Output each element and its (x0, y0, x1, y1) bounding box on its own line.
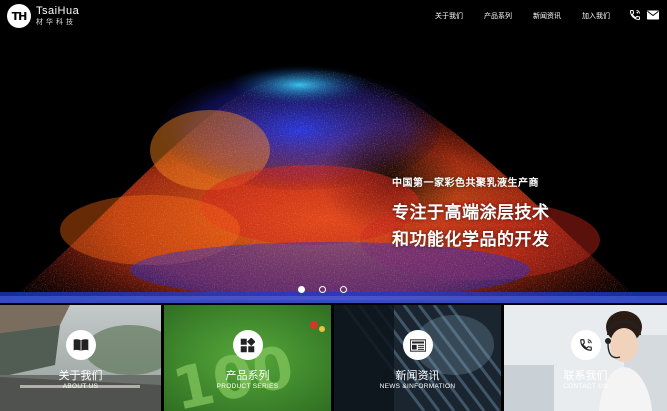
tile-news-subtitle: NEWS &INFORMATION (379, 383, 456, 390)
contact-phone-icon (570, 330, 601, 360)
newspaper-icon (402, 330, 433, 360)
hero-slogan: 中国第一家彩色共聚乳液生产商 专注于高端涂层技术 和功能化学品的开发 (392, 174, 550, 250)
logo-mark: TH (7, 4, 31, 28)
tile-contact[interactable]: 联系我们 CONTACT US (504, 305, 667, 411)
phone-icon[interactable] (629, 9, 641, 21)
hero-line-2: 专注于高端涂层技术 (392, 203, 550, 222)
carousel-dot-2[interactable] (319, 286, 326, 293)
tile-about-title: 关于我们 (58, 370, 103, 382)
grid-icon (232, 330, 263, 360)
tile-contact-subtitle: CONTACT US (563, 383, 608, 390)
nav-products[interactable]: 产品系列 (484, 11, 512, 21)
hero-banner: 中国第一家彩色共聚乳液生产商 专注于高端涂层技术 和功能化学品的开发 (0, 0, 667, 303)
feature-tiles: 关于我们 ABOUT US 100 产品系列 PRODUCT SERIES 新闻… (0, 305, 667, 411)
tile-news[interactable]: 新闻资讯 NEWS &INFORMATION (334, 305, 501, 411)
book-icon (65, 330, 96, 360)
tile-products-subtitle: PRODUCT SERIES (216, 383, 279, 390)
brand-name-cn: 材华科技 (36, 19, 76, 26)
tile-products[interactable]: 100 产品系列 PRODUCT SERIES (164, 305, 331, 411)
hero-line-3: 和功能化学品的开发 (392, 230, 550, 249)
hero-particle-wave (0, 65, 667, 303)
tile-about[interactable]: 关于我们 ABOUT US (0, 305, 161, 411)
carousel-dot-3[interactable] (340, 286, 347, 293)
mail-icon[interactable] (647, 10, 659, 20)
tile-about-subtitle: ABOUT US (62, 383, 99, 390)
site-header: TH TsaiHua 材华科技 关于我们 产品系列 新闻资讯 加入我们 (0, 0, 667, 32)
carousel-dots (298, 286, 361, 293)
nav-news[interactable]: 新闻资讯 (533, 11, 561, 21)
brand-name-en: TsaiHua (36, 5, 80, 17)
logo-text: TsaiHua 材华科技 (36, 5, 80, 27)
header-icons (623, 9, 659, 21)
nav-join[interactable]: 加入我们 (582, 11, 610, 21)
carousel-dot-1[interactable] (298, 286, 305, 293)
tile-news-title: 新闻资讯 (395, 370, 440, 382)
hero-line-1: 中国第一家彩色共聚乳液生产商 (392, 178, 539, 189)
nav-about[interactable]: 关于我们 (435, 11, 463, 21)
main-nav: 关于我们 产品系列 新闻资讯 加入我们 (435, 11, 610, 21)
tile-products-title: 产品系列 (225, 370, 270, 382)
brand-logo[interactable]: TH TsaiHua 材华科技 (7, 4, 79, 28)
tile-contact-title: 联系我们 (563, 370, 608, 382)
